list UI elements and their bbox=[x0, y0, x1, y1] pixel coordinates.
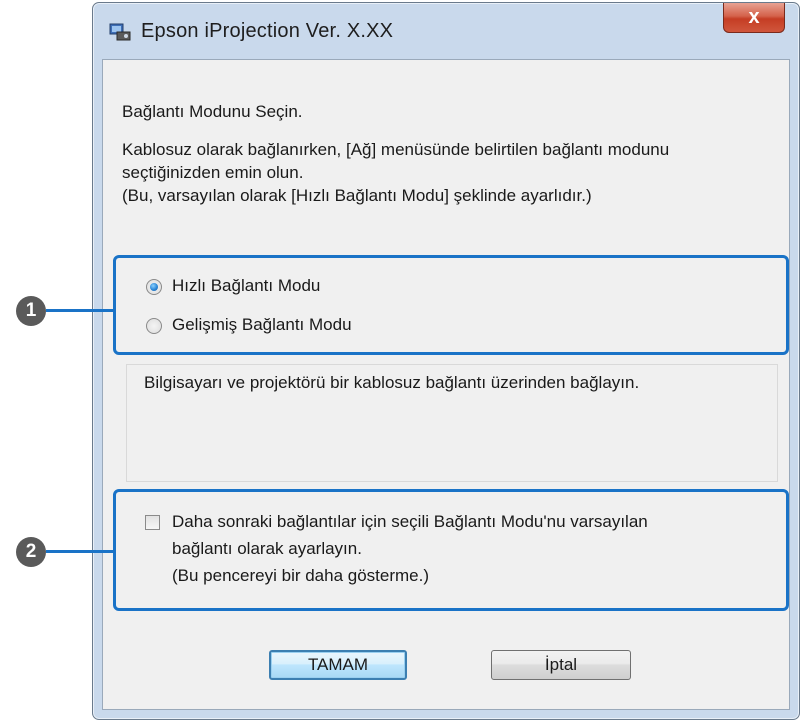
connection-mode-group bbox=[113, 255, 789, 355]
checkbox-label-line1[interactable]: Daha sonraki bağlantılar için seçili Bağ… bbox=[172, 512, 648, 532]
callout-line-1 bbox=[46, 309, 114, 312]
close-icon: x bbox=[748, 6, 760, 28]
dialog-heading: Bağlantı Modunu Seçin. bbox=[122, 102, 303, 121]
title-bar[interactable]: Epson iProjection Ver. X.XX x bbox=[93, 3, 799, 59]
advanced-mode-label[interactable]: Gelişmiş Bağlantı Modu bbox=[172, 315, 352, 335]
radio-advanced-mode[interactable] bbox=[146, 318, 162, 334]
quick-mode-label[interactable]: Hızlı Bağlantı Modu bbox=[172, 276, 320, 296]
window-title: Epson iProjection Ver. X.XX bbox=[141, 20, 394, 42]
close-button[interactable]: x bbox=[723, 3, 785, 33]
epson-app-icon bbox=[109, 23, 131, 41]
callout-marker-2: 2 bbox=[16, 537, 46, 567]
info-text-line1: Kablosuz olarak bağlanırken, [Ağ] menüsü… bbox=[122, 140, 670, 159]
cancel-button[interactable]: İptal bbox=[491, 650, 631, 680]
checkbox-label-line3[interactable]: (Bu pencereyi bir daha gösterme.) bbox=[172, 566, 429, 586]
set-default-checkbox[interactable] bbox=[145, 515, 160, 530]
callout-marker-1: 1 bbox=[16, 296, 46, 326]
info-text-line3: (Bu, varsayılan olarak [Hızlı Bağlantı M… bbox=[122, 186, 592, 205]
mode-description: Bilgisayarı ve projektörü bir kablosuz b… bbox=[144, 373, 640, 392]
info-text-line2: seçtiğinizden emin olun. bbox=[122, 163, 304, 182]
ok-button[interactable]: TAMAM bbox=[269, 650, 407, 680]
radio-quick-mode[interactable] bbox=[146, 279, 162, 295]
callout-line-2 bbox=[46, 550, 114, 553]
checkbox-label-line2[interactable]: bağlantı olarak ayarlayın. bbox=[172, 539, 362, 559]
